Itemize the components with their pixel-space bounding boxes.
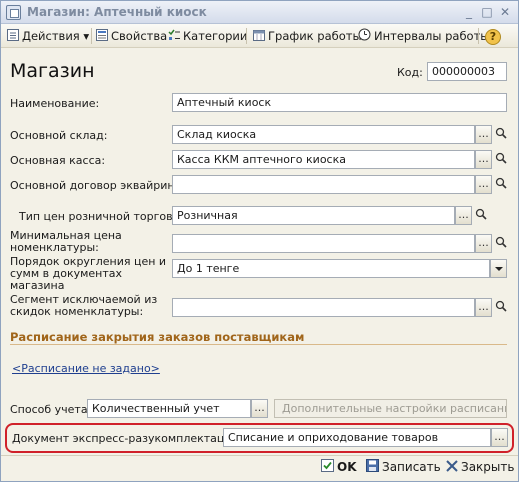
magnifier-icon	[495, 300, 507, 312]
save-button[interactable]: Записать	[366, 458, 441, 478]
cashbox-field[interactable]: Касса ККМ аптечного киоска	[172, 150, 475, 169]
segment-select-button[interactable]: ...	[475, 298, 492, 317]
close-icon	[446, 459, 458, 477]
rounding-dropdown-arrow[interactable]	[490, 259, 507, 278]
help-button[interactable]: ?	[485, 27, 501, 45]
toolbar-separator	[478, 28, 479, 44]
warehouse-select-button[interactable]: ...	[475, 125, 492, 144]
toolbar-separator	[91, 28, 92, 44]
minimize-button[interactable]: _	[461, 5, 477, 20]
min-price-field[interactable]	[172, 234, 475, 253]
extra-settings-button[interactable]: Дополнительные настройки расписания ...	[274, 399, 507, 418]
rounding-label: Порядок округления цен и сумм в документ…	[10, 255, 167, 292]
acquiring-field[interactable]	[172, 175, 475, 194]
acquiring-label: Основной договор эквайринга:	[10, 179, 191, 192]
acquiring-select-button[interactable]: ...	[475, 175, 492, 194]
price-type-field[interactable]: Розничная	[172, 206, 455, 225]
warehouse-label: Основной склад:	[10, 129, 108, 142]
accounting-method-label: Способ учета:	[10, 403, 92, 416]
form-window: Магазин: Аптечный киоск _ □ ✕ Действия ▾…	[0, 0, 519, 482]
magnifier-icon	[495, 236, 507, 248]
ok-icon	[321, 458, 334, 477]
schedule-link[interactable]: <Расписание не задано>	[12, 362, 160, 375]
magnifier-icon	[495, 127, 507, 139]
express-doc-field[interactable]: Списание и оприходование товаров	[223, 428, 491, 447]
price-type-select-button[interactable]: ...	[455, 206, 472, 225]
cashbox-select-button[interactable]: ...	[475, 150, 492, 169]
categories-icon	[168, 28, 180, 46]
accounting-method-field[interactable]: Количественный учет	[87, 399, 251, 418]
magnifier-icon	[495, 177, 507, 189]
warehouse-field[interactable]: Склад киоска	[172, 125, 475, 144]
code-label: Код:	[397, 66, 423, 79]
intervals-button[interactable]: Интервалы работы	[358, 27, 489, 45]
express-doc-select-button[interactable]: ...	[491, 428, 508, 447]
properties-icon	[96, 28, 108, 46]
properties-button[interactable]: Свойства	[96, 27, 167, 45]
min-price-label: Минимальная цена номенклатуры:	[10, 229, 122, 254]
categories-button[interactable]: Категории	[168, 27, 247, 45]
close-button[interactable]: Закрыть	[446, 458, 514, 478]
name-label: Наименование:	[10, 97, 100, 110]
schedule-button[interactable]: График работы	[253, 27, 362, 45]
maximize-button[interactable]: □	[479, 5, 495, 20]
min-price-select-button[interactable]: ...	[475, 234, 492, 253]
page-title: Магазин	[10, 60, 95, 82]
calendar-icon	[253, 28, 265, 46]
toolbar-separator	[246, 28, 247, 44]
actions-icon	[7, 28, 19, 46]
min-price-open-button[interactable]	[492, 234, 509, 253]
save-icon	[366, 458, 379, 477]
footer-separator	[1, 455, 518, 456]
segment-label: Сегмент исключаемой из скидок номенклату…	[10, 293, 158, 318]
price-type-open-button[interactable]	[472, 206, 489, 225]
name-field[interactable]: Аптечный киоск	[172, 93, 507, 112]
price-type-label: Тип цен розничной торговли:	[19, 210, 191, 223]
ok-button[interactable]: OK	[321, 458, 357, 478]
chevron-down-icon: ▾	[79, 29, 90, 43]
cashbox-open-button[interactable]	[492, 150, 509, 169]
segment-open-button[interactable]	[492, 298, 509, 317]
segment-field[interactable]	[172, 298, 475, 317]
acquiring-open-button[interactable]	[492, 175, 509, 194]
help-icon: ?	[485, 29, 501, 45]
clock-icon	[358, 28, 371, 46]
cashbox-label: Основная касса:	[10, 154, 106, 167]
express-doc-label: Документ экспресс-разукомплектации:	[12, 432, 243, 445]
window-title: Магазин: Аптечный киоск	[27, 5, 207, 19]
section-divider	[10, 344, 507, 345]
toolbar: Действия ▾ Свойства Категории График раб…	[1, 24, 518, 48]
title-bar: Магазин: Аптечный киоск _ □ ✕	[1, 1, 518, 24]
window-icon	[6, 5, 21, 20]
close-window-button[interactable]: ✕	[497, 5, 513, 20]
schedule-section-header: Расписание закрытия заказов поставщикам	[10, 330, 305, 344]
code-field[interactable]: 000000003	[427, 62, 507, 81]
magnifier-icon	[495, 152, 507, 164]
actions-menu[interactable]: Действия ▾	[7, 27, 89, 45]
warehouse-open-button[interactable]	[492, 125, 509, 144]
rounding-select[interactable]: До 1 тенге	[172, 259, 490, 278]
accounting-method-select-button[interactable]: ...	[251, 399, 268, 418]
magnifier-icon	[475, 208, 487, 220]
